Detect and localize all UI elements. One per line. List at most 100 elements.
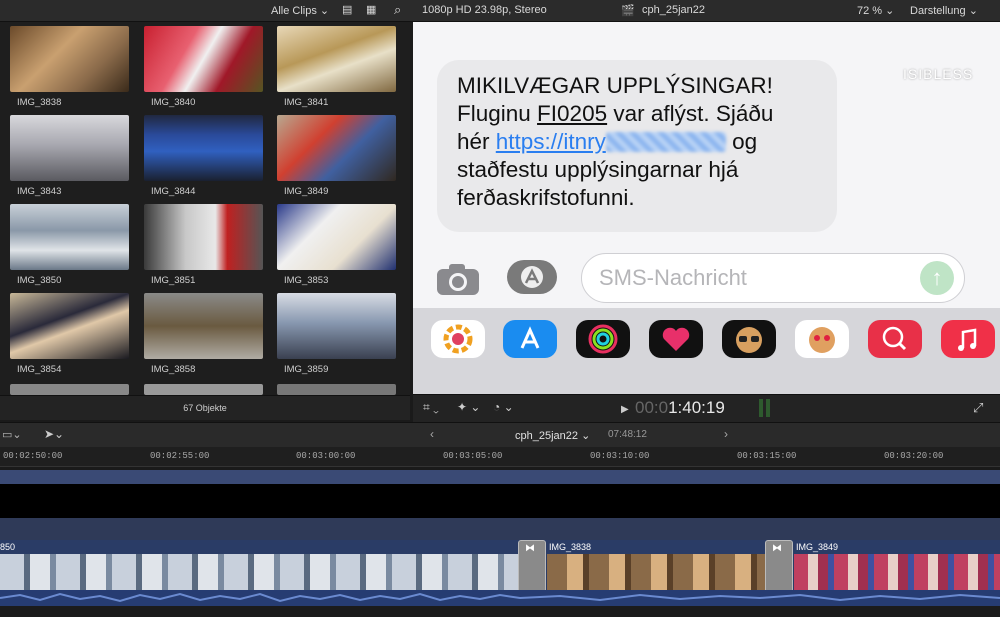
viewer-format: 1080p HD 23.98p, Stereo bbox=[422, 4, 547, 16]
message-line: hér https://itnry og bbox=[457, 129, 758, 154]
blurred-link bbox=[605, 132, 726, 152]
message-line: ferðaskrifstofunni. bbox=[457, 185, 635, 210]
back-arrow-icon[interactable]: ‹ bbox=[430, 427, 434, 441]
phishing-link[interactable]: https://itnry bbox=[496, 129, 606, 154]
secondary-track[interactable] bbox=[0, 518, 1000, 540]
clip-item[interactable]: IMG_3838 bbox=[10, 26, 129, 108]
clip-appearance-icon[interactable]: ▭⌄ bbox=[2, 428, 22, 441]
forward-arrow-icon[interactable]: › bbox=[724, 427, 728, 441]
clip-thumbnail bbox=[10, 293, 129, 359]
clapper-icon: 🎬 bbox=[621, 5, 635, 17]
media-browser: IMG_3838 IMG_3840 IMG_3841 IMG_3843 IMG_… bbox=[0, 22, 410, 395]
display-menu[interactable]: Darstellung ⌄ bbox=[910, 4, 978, 17]
message-input-row: SMS-Nachricht ↑ bbox=[413, 248, 1000, 308]
camera-icon[interactable] bbox=[435, 262, 481, 296]
activity-icon[interactable] bbox=[576, 320, 630, 358]
audio-waveform[interactable] bbox=[0, 590, 1000, 606]
clip-thumbnail bbox=[277, 384, 396, 395]
top-toolbar: Alle Clips ⌄ ▤ ▦ ⌕ 1080p HD 23.98p, Ster… bbox=[0, 0, 1000, 22]
ruler-tick: 00:03:10:00 bbox=[590, 451, 650, 461]
clip-filmstrip[interactable] bbox=[0, 554, 518, 590]
clip-thumbnail bbox=[277, 293, 396, 359]
clip-item[interactable]: IMG_3844 bbox=[144, 115, 263, 197]
ruler-tick: 00:02:50:00 bbox=[3, 451, 63, 461]
enhance-wand-icon[interactable]: ✦ ⌄ bbox=[457, 400, 480, 414]
zoom-dropdown[interactable]: 72 % ⌄ bbox=[857, 4, 894, 17]
search-icon[interactable]: ⌕ bbox=[394, 2, 401, 18]
memoji-icon[interactable] bbox=[722, 320, 776, 358]
clip-item[interactable]: IMG_3858 bbox=[144, 293, 263, 375]
clip-filmstrip[interactable] bbox=[547, 554, 765, 590]
transform-icon[interactable]: ⌗ ⌄ bbox=[423, 400, 439, 415]
audio-meter bbox=[759, 399, 763, 417]
clip-item[interactable]: IMG_3840 bbox=[144, 26, 263, 108]
digital-touch-icon[interactable] bbox=[649, 320, 703, 358]
viewer-canvas: MIKILVÆGAR UPPLÝSINGAR! Fluginu FI0205 v… bbox=[413, 22, 1000, 394]
filmstrip-view-icon[interactable]: ▤ bbox=[342, 3, 352, 16]
timeline-header: ▭⌄ ➤⌄ ‹ cph_25jan22 ⌄ 07:48:12 › bbox=[0, 422, 1000, 447]
timeline-ruler: 00:02:50:00 00:02:55:00 00:03:00:00 00:0… bbox=[0, 447, 1000, 467]
ruler-tick: 00:03:20:00 bbox=[884, 451, 944, 461]
audio-meter bbox=[766, 399, 770, 417]
clip-item[interactable]: IMG_3853 bbox=[277, 204, 396, 286]
clip-filmstrip[interactable] bbox=[794, 554, 1000, 590]
list-view-icon[interactable]: ▦ bbox=[366, 3, 376, 16]
clip-thumbnail bbox=[10, 204, 129, 270]
clip-item[interactable]: IMG_3849 bbox=[277, 115, 396, 197]
ruler-tick: 00:03:05:00 bbox=[443, 451, 503, 461]
web-search-icon[interactable] bbox=[868, 320, 922, 358]
browser-item-count: 67 Objekte bbox=[0, 395, 410, 420]
clip-label: 850 bbox=[0, 542, 16, 552]
ruler-tick: 00:02:55:00 bbox=[150, 451, 210, 461]
clip-thumbnail bbox=[144, 26, 263, 92]
send-arrow-icon[interactable]: ↑ bbox=[920, 261, 954, 295]
flight-number: FI0205 bbox=[537, 101, 608, 126]
app-store-button[interactable] bbox=[507, 260, 557, 294]
ruler-tick: 00:03:00:00 bbox=[296, 451, 356, 461]
message-line: staðfestu upplýsingarnar hjá bbox=[457, 157, 739, 182]
select-tool-icon[interactable]: ➤⌄ bbox=[44, 427, 64, 441]
connected-clip-track[interactable] bbox=[0, 470, 1000, 484]
message-line: Fluginu FI0205 var aflýst. Sjáðu bbox=[457, 101, 774, 126]
sms-input[interactable]: SMS-Nachricht ↑ bbox=[581, 253, 965, 303]
clip-label: IMG_3849 bbox=[796, 542, 839, 552]
clip-thumbnail bbox=[277, 26, 396, 92]
message-line: MIKILVÆGAR UPPLÝSINGAR! bbox=[457, 73, 773, 98]
clip-filter-dropdown[interactable]: Alle Clips ⌄ bbox=[271, 4, 329, 17]
title-track[interactable] bbox=[0, 484, 1000, 518]
clip-item[interactable]: IMG_3850 bbox=[10, 204, 129, 286]
clip-thumbnail bbox=[144, 384, 263, 395]
timeline-duration: 07:48:12 bbox=[608, 429, 647, 440]
timeline-project-dropdown[interactable]: cph_25jan22 ⌄ bbox=[515, 429, 590, 442]
clip-thumbnail bbox=[10, 384, 129, 395]
timeline-bottom bbox=[0, 606, 1000, 617]
retime-icon[interactable]: ◔ ⌄ bbox=[493, 400, 514, 414]
clip-item[interactable]: IMG_3859 bbox=[277, 293, 396, 375]
music-icon[interactable] bbox=[941, 320, 995, 358]
clip-thumbnail bbox=[10, 115, 129, 181]
clip-item[interactable]: IMG_3843 bbox=[10, 115, 129, 197]
viewer-project-name: cph_25jan22 bbox=[642, 4, 706, 16]
viewer-controls: ⌗ ⌄ ✦ ⌄ ◔ ⌄ ▶ 00:01:40:19 ⤢ bbox=[413, 394, 1000, 422]
photos-icon[interactable] bbox=[431, 320, 485, 358]
clip-thumbnail bbox=[10, 26, 129, 92]
clip-label: IMG_3838 bbox=[549, 542, 592, 552]
clip-item[interactable]: IMG_3841 bbox=[277, 26, 396, 108]
clip-thumbnail bbox=[144, 204, 263, 270]
play-icon[interactable]: ▶ bbox=[621, 404, 629, 415]
clip-item[interactable]: IMG_3851 bbox=[144, 204, 263, 286]
watermark: ISIBLESS bbox=[903, 66, 974, 82]
memoji-stickers-icon[interactable] bbox=[795, 320, 849, 358]
clip-thumbnail bbox=[277, 115, 396, 181]
viewer-timecode: 00:01:40:19 bbox=[635, 398, 725, 417]
clip-thumbnail bbox=[144, 115, 263, 181]
fullscreen-icon[interactable]: ⤢ bbox=[973, 400, 983, 416]
ruler-tick: 00:03:15:00 bbox=[737, 451, 797, 461]
primary-storyline[interactable]: 850 ⧓ IMG_3838 ⧓ IMG_3849 bbox=[0, 540, 1000, 606]
clip-thumbnail bbox=[144, 293, 263, 359]
message-bubble: MIKILVÆGAR UPPLÝSINGAR! Fluginu FI0205 v… bbox=[437, 60, 837, 232]
app-tray bbox=[413, 308, 1000, 394]
clip-thumbnail bbox=[277, 204, 396, 270]
clip-item[interactable]: IMG_3854 bbox=[10, 293, 129, 375]
app-store-icon[interactable] bbox=[503, 320, 557, 358]
